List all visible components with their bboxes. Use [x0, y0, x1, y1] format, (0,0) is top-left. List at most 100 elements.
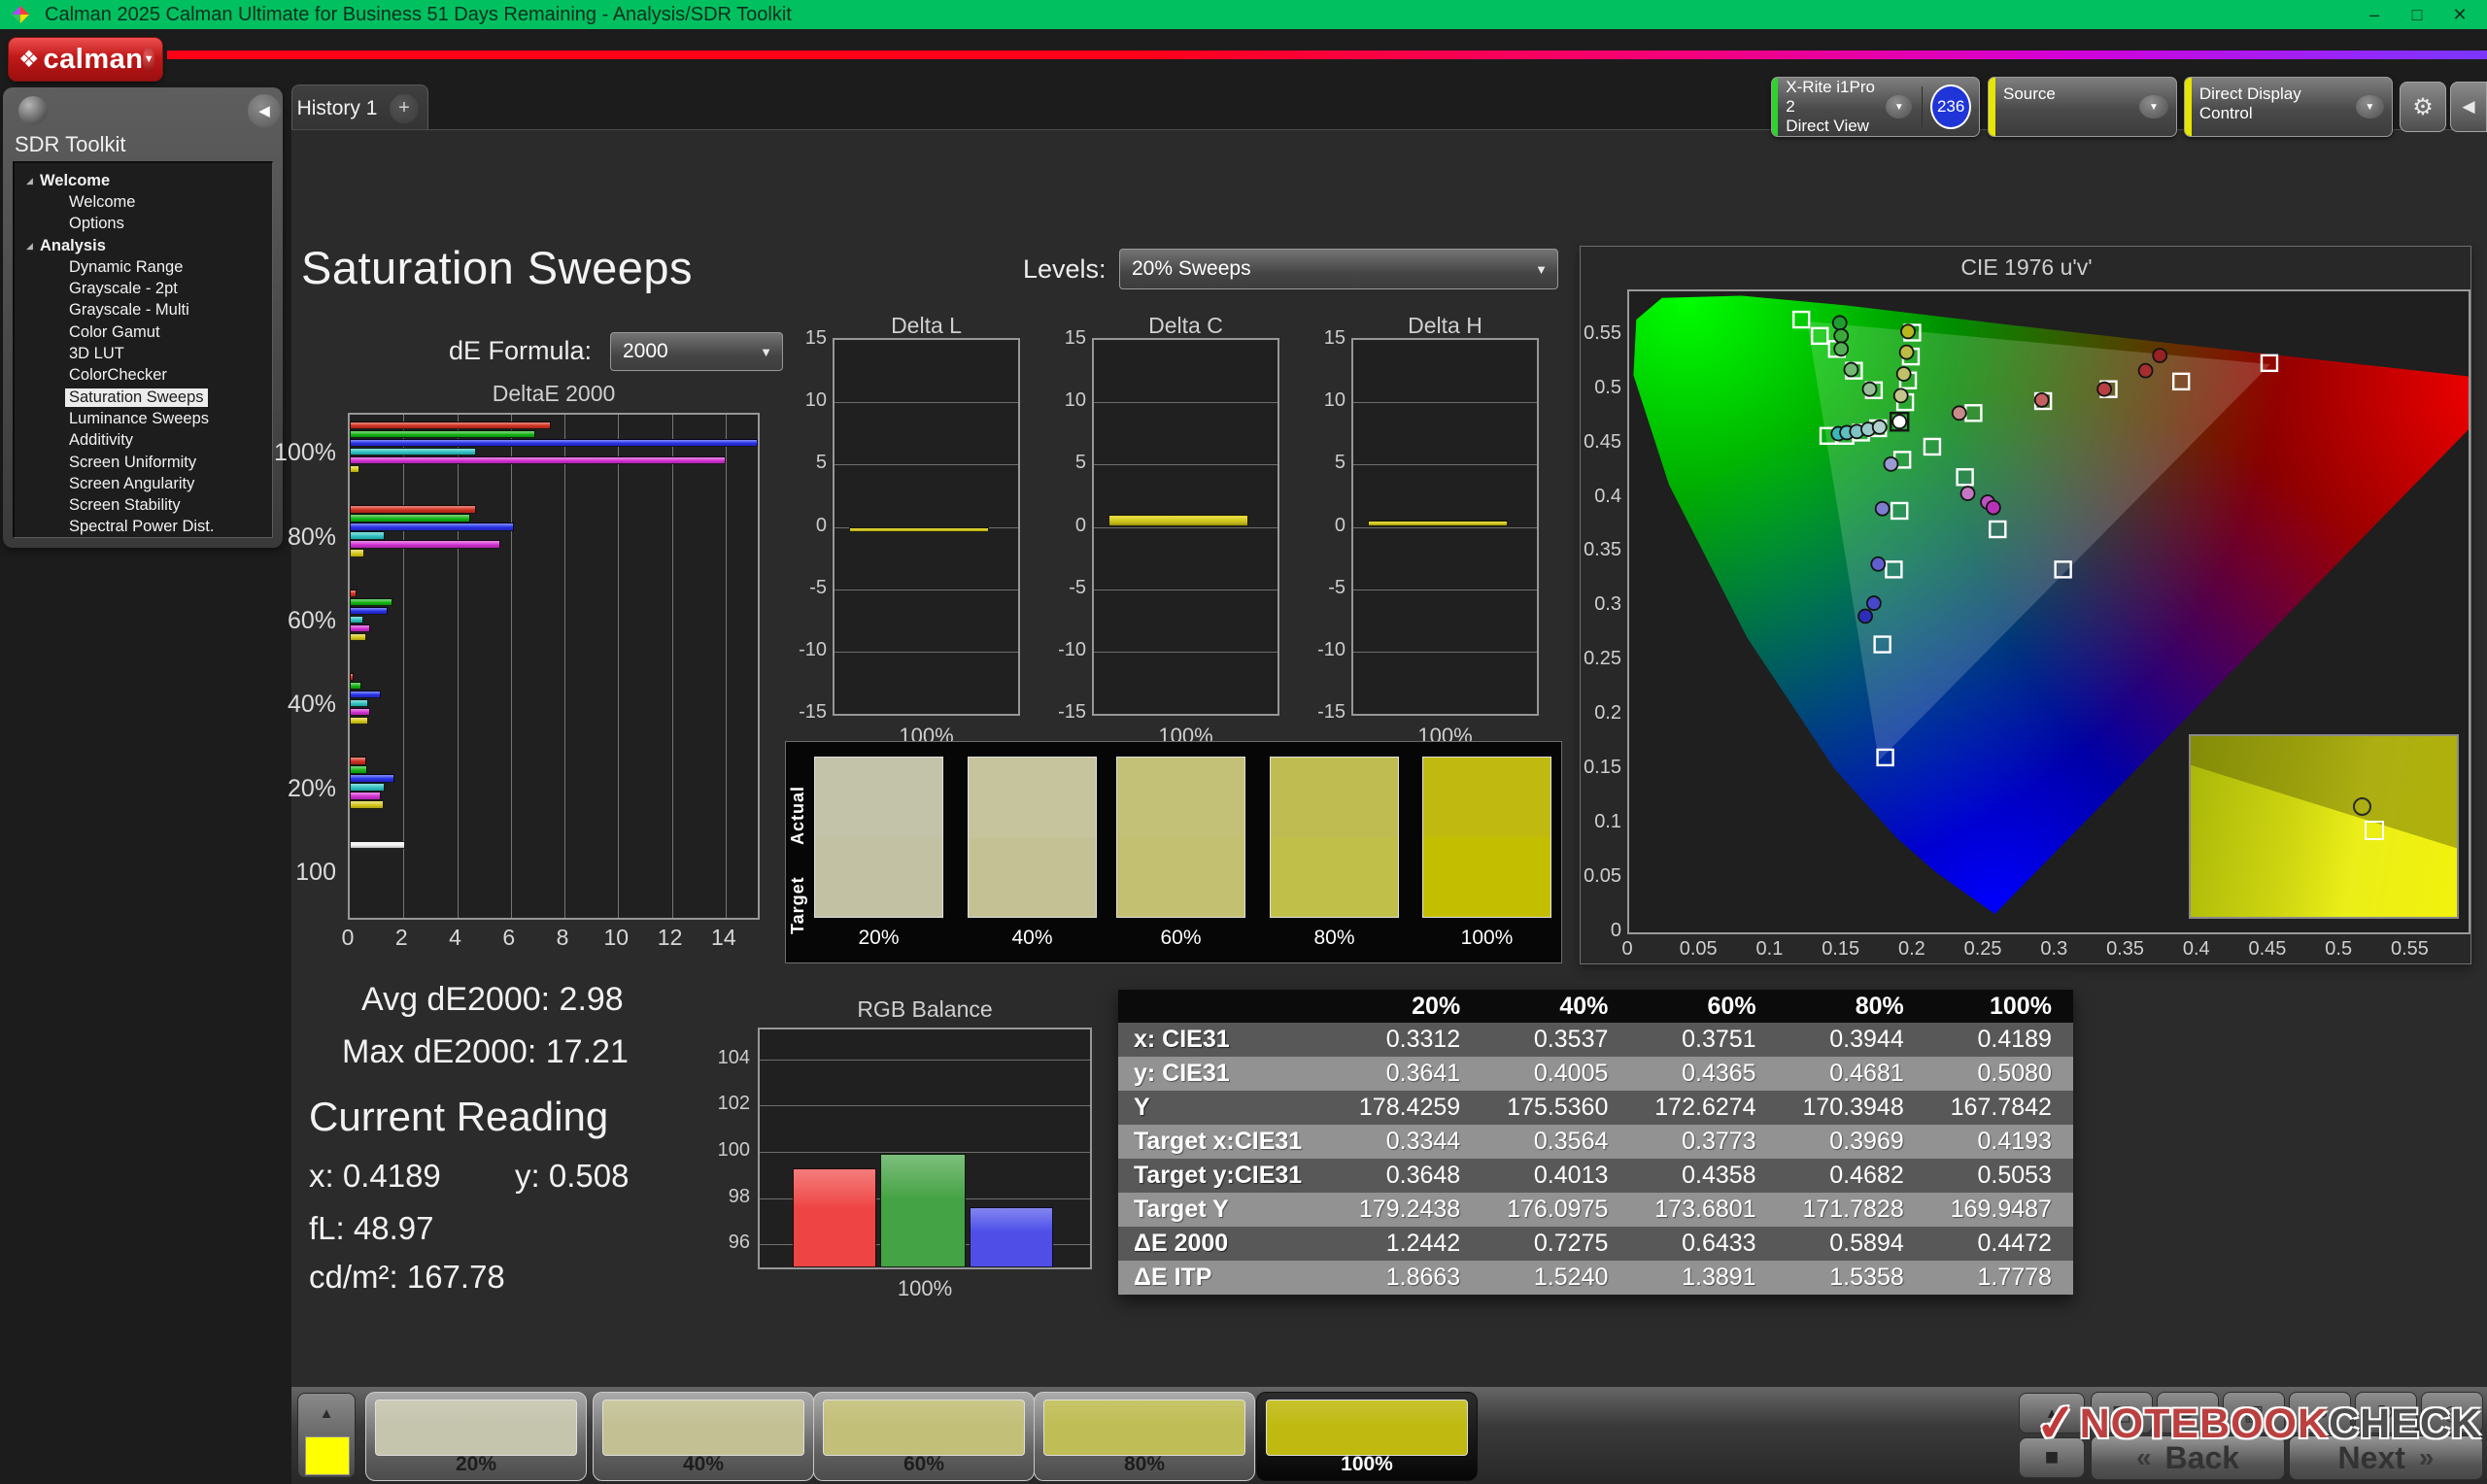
current-patch-swatch[interactable]: [305, 1436, 350, 1475]
accent-gradient-strip: [167, 51, 2487, 59]
patch-button-80[interactable]: 80%: [1034, 1392, 1255, 1481]
sidebar-item-dynamic-range[interactable]: Dynamic Range: [15, 256, 272, 278]
sidebar-group-welcome[interactable]: ◢ Welcome: [15, 170, 272, 191]
cie-inset-target-point: [2365, 821, 2385, 841]
maximize-button[interactable]: □: [2396, 0, 2438, 29]
measured-marker: [1870, 556, 1887, 572]
bar-magenta-100: [350, 456, 726, 465]
group-label: 100%: [274, 439, 336, 467]
source-dropdown[interactable]: Source ▼: [1988, 77, 2177, 137]
sidebar-item-color-gamut[interactable]: Color Gamut: [15, 321, 272, 343]
bar-cyan-20: [350, 783, 385, 792]
sidebar-item-spectral-power-dist[interactable]: Spectral Power Dist.: [15, 517, 272, 537]
value-cell: 170.3948: [1802, 1094, 1904, 1121]
de-formula-dropdown[interactable]: 2000 ▼: [610, 332, 783, 371]
sidebar-item-3d-lut[interactable]: 3D LUT: [15, 343, 272, 364]
measured-marker: [1898, 344, 1915, 360]
sidebar-item-label: Screen Uniformity: [69, 453, 197, 471]
display-control-caret[interactable]: ▼: [2355, 95, 2384, 118]
close-button[interactable]: ✕: [2438, 0, 2481, 29]
source-caret[interactable]: ▼: [2139, 95, 2168, 118]
sidebar-orb-button[interactable]: [18, 96, 48, 125]
value-cell: 0.7275: [1533, 1230, 1609, 1257]
sidebar-item-colorchecker[interactable]: ColorChecker: [15, 365, 272, 387]
minimize-button[interactable]: –: [2353, 0, 2396, 29]
sidebar-item-screen-angularity[interactable]: Screen Angularity: [15, 473, 272, 494]
patch-button-100[interactable]: 100%: [1256, 1392, 1478, 1481]
target-color-80: [1271, 837, 1398, 917]
toolbar-button-report[interactable]: ◧: [2091, 1392, 2153, 1433]
sidebar-item-grayscale-multi[interactable]: Grayscale - Multi: [15, 300, 272, 321]
target-color-40: [969, 837, 1096, 917]
next-button[interactable]: Next »: [2289, 1435, 2483, 1480]
swatch-100: [1422, 757, 1551, 918]
next-label: Next: [2337, 1439, 2405, 1475]
meter-count-badge[interactable]: 236: [1930, 84, 1972, 129]
swatch-label: 80%: [1313, 927, 1355, 949]
sidebar-item-grayscale-2pt[interactable]: Grayscale - 2pt: [15, 278, 272, 299]
patch-button-60[interactable]: 60%: [813, 1392, 1035, 1481]
gridline: [1353, 526, 1537, 528]
record-icon: ◎: [2442, 1400, 2462, 1425]
bar-red-100: [350, 422, 552, 430]
tab-history-1[interactable]: History 1: [291, 84, 383, 131]
cie-x-tick: 0.55: [2390, 938, 2429, 960]
toolbar-button-meter-link[interactable]: ∞: [2289, 1392, 2351, 1433]
sidebar-collapse-button[interactable]: ◀: [248, 94, 281, 127]
settings-button[interactable]: ⚙: [2400, 82, 2446, 132]
de-formula-label: dE Formula:: [449, 336, 593, 365]
scroll-up-button[interactable]: ▲: [2019, 1393, 2085, 1433]
chart-icon: ▦: [2243, 1400, 2265, 1425]
patch-label: 80%: [1123, 1453, 1166, 1475]
calman-menu-caret[interactable]: ▼: [143, 47, 154, 72]
calman-menu-button[interactable]: ❖ calman ▼: [8, 37, 163, 82]
sidebar-item-label: Screen Angularity: [69, 474, 195, 492]
bar-blue-100: [350, 439, 758, 448]
bar-green-100: [350, 430, 535, 439]
y-tick-label: 15: [1064, 327, 1086, 349]
levels-dropdown[interactable]: 20% Sweeps ▼: [1119, 249, 1558, 289]
display-control-dropdown[interactable]: Direct Display Control ▼: [2184, 77, 2393, 137]
measured-marker: [1843, 361, 1859, 378]
patch-up-button[interactable]: ▲: [298, 1394, 355, 1433]
sidebar-item-additivity[interactable]: Additivity: [15, 430, 272, 452]
back-button[interactable]: « Back: [2091, 1435, 2285, 1480]
measured-marker: [1900, 323, 1916, 340]
sidebar-item-welcome[interactable]: Welcome: [15, 191, 272, 213]
toolbar-button-chart[interactable]: ▦: [2223, 1392, 2285, 1433]
swatch-label: 60%: [1160, 927, 1202, 949]
cie-inset-measured-point: [2352, 796, 2371, 816]
measured-marker: [1833, 327, 1850, 344]
patch-swatch: [375, 1400, 577, 1456]
gridline: [1353, 651, 1537, 653]
add-tab-button[interactable]: +: [381, 84, 428, 131]
sidebar-group-analysis[interactable]: ◢ Analysis: [15, 235, 272, 256]
bar-white-100: [350, 840, 405, 850]
value-cell: 1.5358: [1829, 1264, 1904, 1291]
toolbar-button-refresh[interactable]: ↻: [2355, 1392, 2417, 1433]
stop-button[interactable]: ■: [2019, 1437, 2085, 1478]
sidebar-item-saturation-sweeps[interactable]: Saturation Sweeps: [15, 387, 272, 408]
meter-name: X-Rite i1Pro 2: [1786, 78, 1875, 116]
meter-dropdown[interactable]: X-Rite i1Pro 2 Direct View ▼ 236: [1771, 77, 1980, 137]
panel-collapse-button[interactable]: ◀: [2450, 82, 2487, 132]
levels-label: Levels:: [1023, 254, 1107, 284]
levels-value: 20% Sweeps: [1132, 257, 1251, 280]
sidebar-item-screen-uniformity[interactable]: Screen Uniformity: [15, 452, 272, 473]
sidebar-item-label: ColorChecker: [69, 366, 167, 385]
patch-button-20[interactable]: 20%: [365, 1392, 587, 1481]
value-cell: 0.5894: [1829, 1230, 1904, 1257]
target-color-100: [1423, 837, 1550, 917]
actual-color-100: [1423, 758, 1550, 837]
toolbar-button-record[interactable]: ◎: [2421, 1392, 2483, 1433]
meter-mode: Direct View: [1786, 117, 1869, 135]
patch-bar-left-control: ▲: [297, 1393, 356, 1478]
column-header-40: 40%: [1559, 992, 1609, 1020]
meter-caret[interactable]: ▼: [1886, 95, 1913, 118]
patch-button-40[interactable]: 40%: [593, 1392, 814, 1481]
sidebar-item-screen-stability[interactable]: Screen Stability: [15, 494, 272, 516]
sidebar-item-options[interactable]: Options: [15, 214, 272, 235]
sidebar-item-luminance-sweeps[interactable]: Luminance Sweeps: [15, 408, 272, 429]
toolbar-button-play[interactable]: ▶: [2157, 1392, 2219, 1433]
x-tick-label: 4: [449, 925, 461, 950]
